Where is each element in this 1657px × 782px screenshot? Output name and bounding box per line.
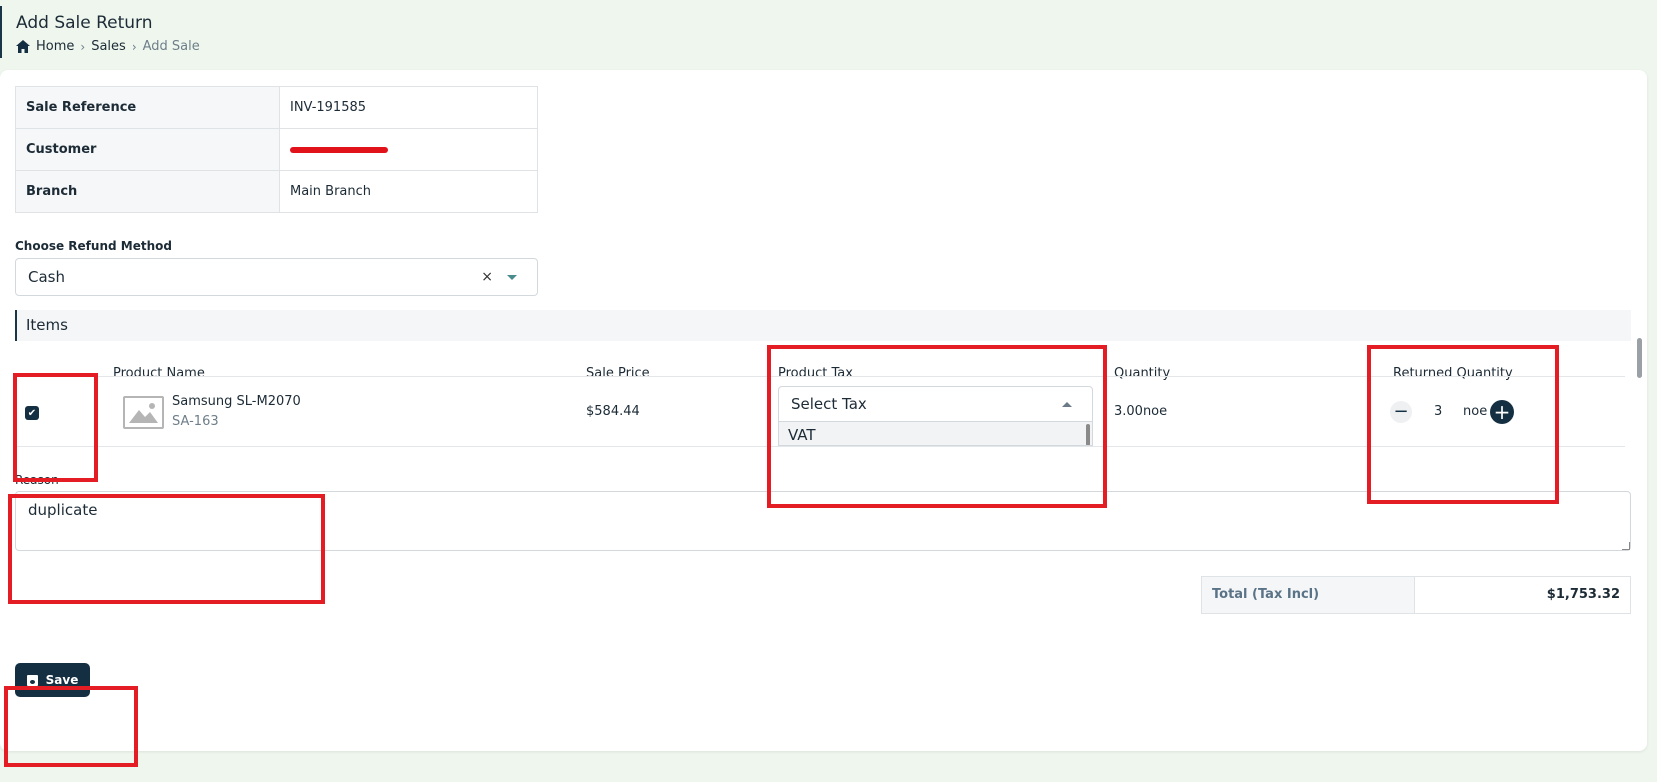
- total-label: Total (Tax Incl): [1201, 576, 1415, 614]
- refund-method-value: Cash: [28, 268, 65, 286]
- product-name: Samsung SL-M2070: [172, 394, 301, 409]
- breadcrumb-current: Add Sale: [142, 39, 200, 54]
- info-value: INV-191585: [279, 86, 538, 129]
- column-header-sale-price: Sale Price: [586, 366, 650, 381]
- home-icon[interactable]: [16, 40, 30, 53]
- info-value-redacted: [279, 128, 538, 171]
- column-header-quantity: Quantity: [1114, 366, 1171, 381]
- column-header-product-name: Product Name: [113, 366, 205, 381]
- items-section-title: Items: [15, 310, 1631, 341]
- annotation-box-save: [4, 686, 138, 767]
- redaction-mark: [290, 146, 388, 153]
- annotation-box-product-tax: [767, 345, 1107, 508]
- sale-info-table: Sale Reference INV-191585 Customer Branc…: [15, 86, 538, 213]
- info-label: Branch: [15, 170, 280, 213]
- floppy-disk-icon: [26, 674, 38, 686]
- quantity-value: 3.00noe: [1114, 404, 1168, 419]
- table-scrollbar[interactable]: [1637, 338, 1642, 378]
- image-placeholder-icon: [123, 396, 164, 429]
- breadcrumb-sales[interactable]: Sales: [91, 39, 126, 54]
- breadcrumb-home[interactable]: Home: [36, 39, 74, 54]
- breadcrumb: Home › Sales › Add Sale: [16, 39, 200, 54]
- annotation-box-reason: [8, 494, 325, 604]
- annotation-box-checkbox: [13, 373, 98, 482]
- page-header: Add Sale Return Home › Sales › Add Sale: [0, 6, 400, 58]
- save-button-label: Save: [45, 673, 79, 687]
- product-sku: SA-163: [172, 414, 219, 429]
- info-row-branch: Branch Main Branch: [15, 170, 538, 213]
- page-title: Add Sale Return: [16, 13, 153, 33]
- info-value: Main Branch: [279, 170, 538, 213]
- total-value: $1,753.32: [1415, 576, 1631, 614]
- chevron-right-icon: ›: [131, 39, 137, 54]
- textarea-resize-handle[interactable]: [1622, 542, 1630, 550]
- refund-method-select[interactable]: Cash ×: [15, 258, 538, 296]
- sale-price: $584.44: [586, 404, 640, 419]
- info-label: Customer: [15, 128, 280, 171]
- refund-method-label: Choose Refund Method: [15, 239, 172, 253]
- info-row-sale-reference: Sale Reference INV-191585: [15, 86, 538, 129]
- clear-icon[interactable]: ×: [481, 269, 493, 285]
- annotation-box-returned-quantity: [1367, 345, 1559, 504]
- info-label: Sale Reference: [15, 86, 280, 129]
- chevron-right-icon: ›: [80, 39, 86, 54]
- info-row-customer: Customer: [15, 128, 538, 171]
- caret-down-icon[interactable]: [507, 274, 517, 280]
